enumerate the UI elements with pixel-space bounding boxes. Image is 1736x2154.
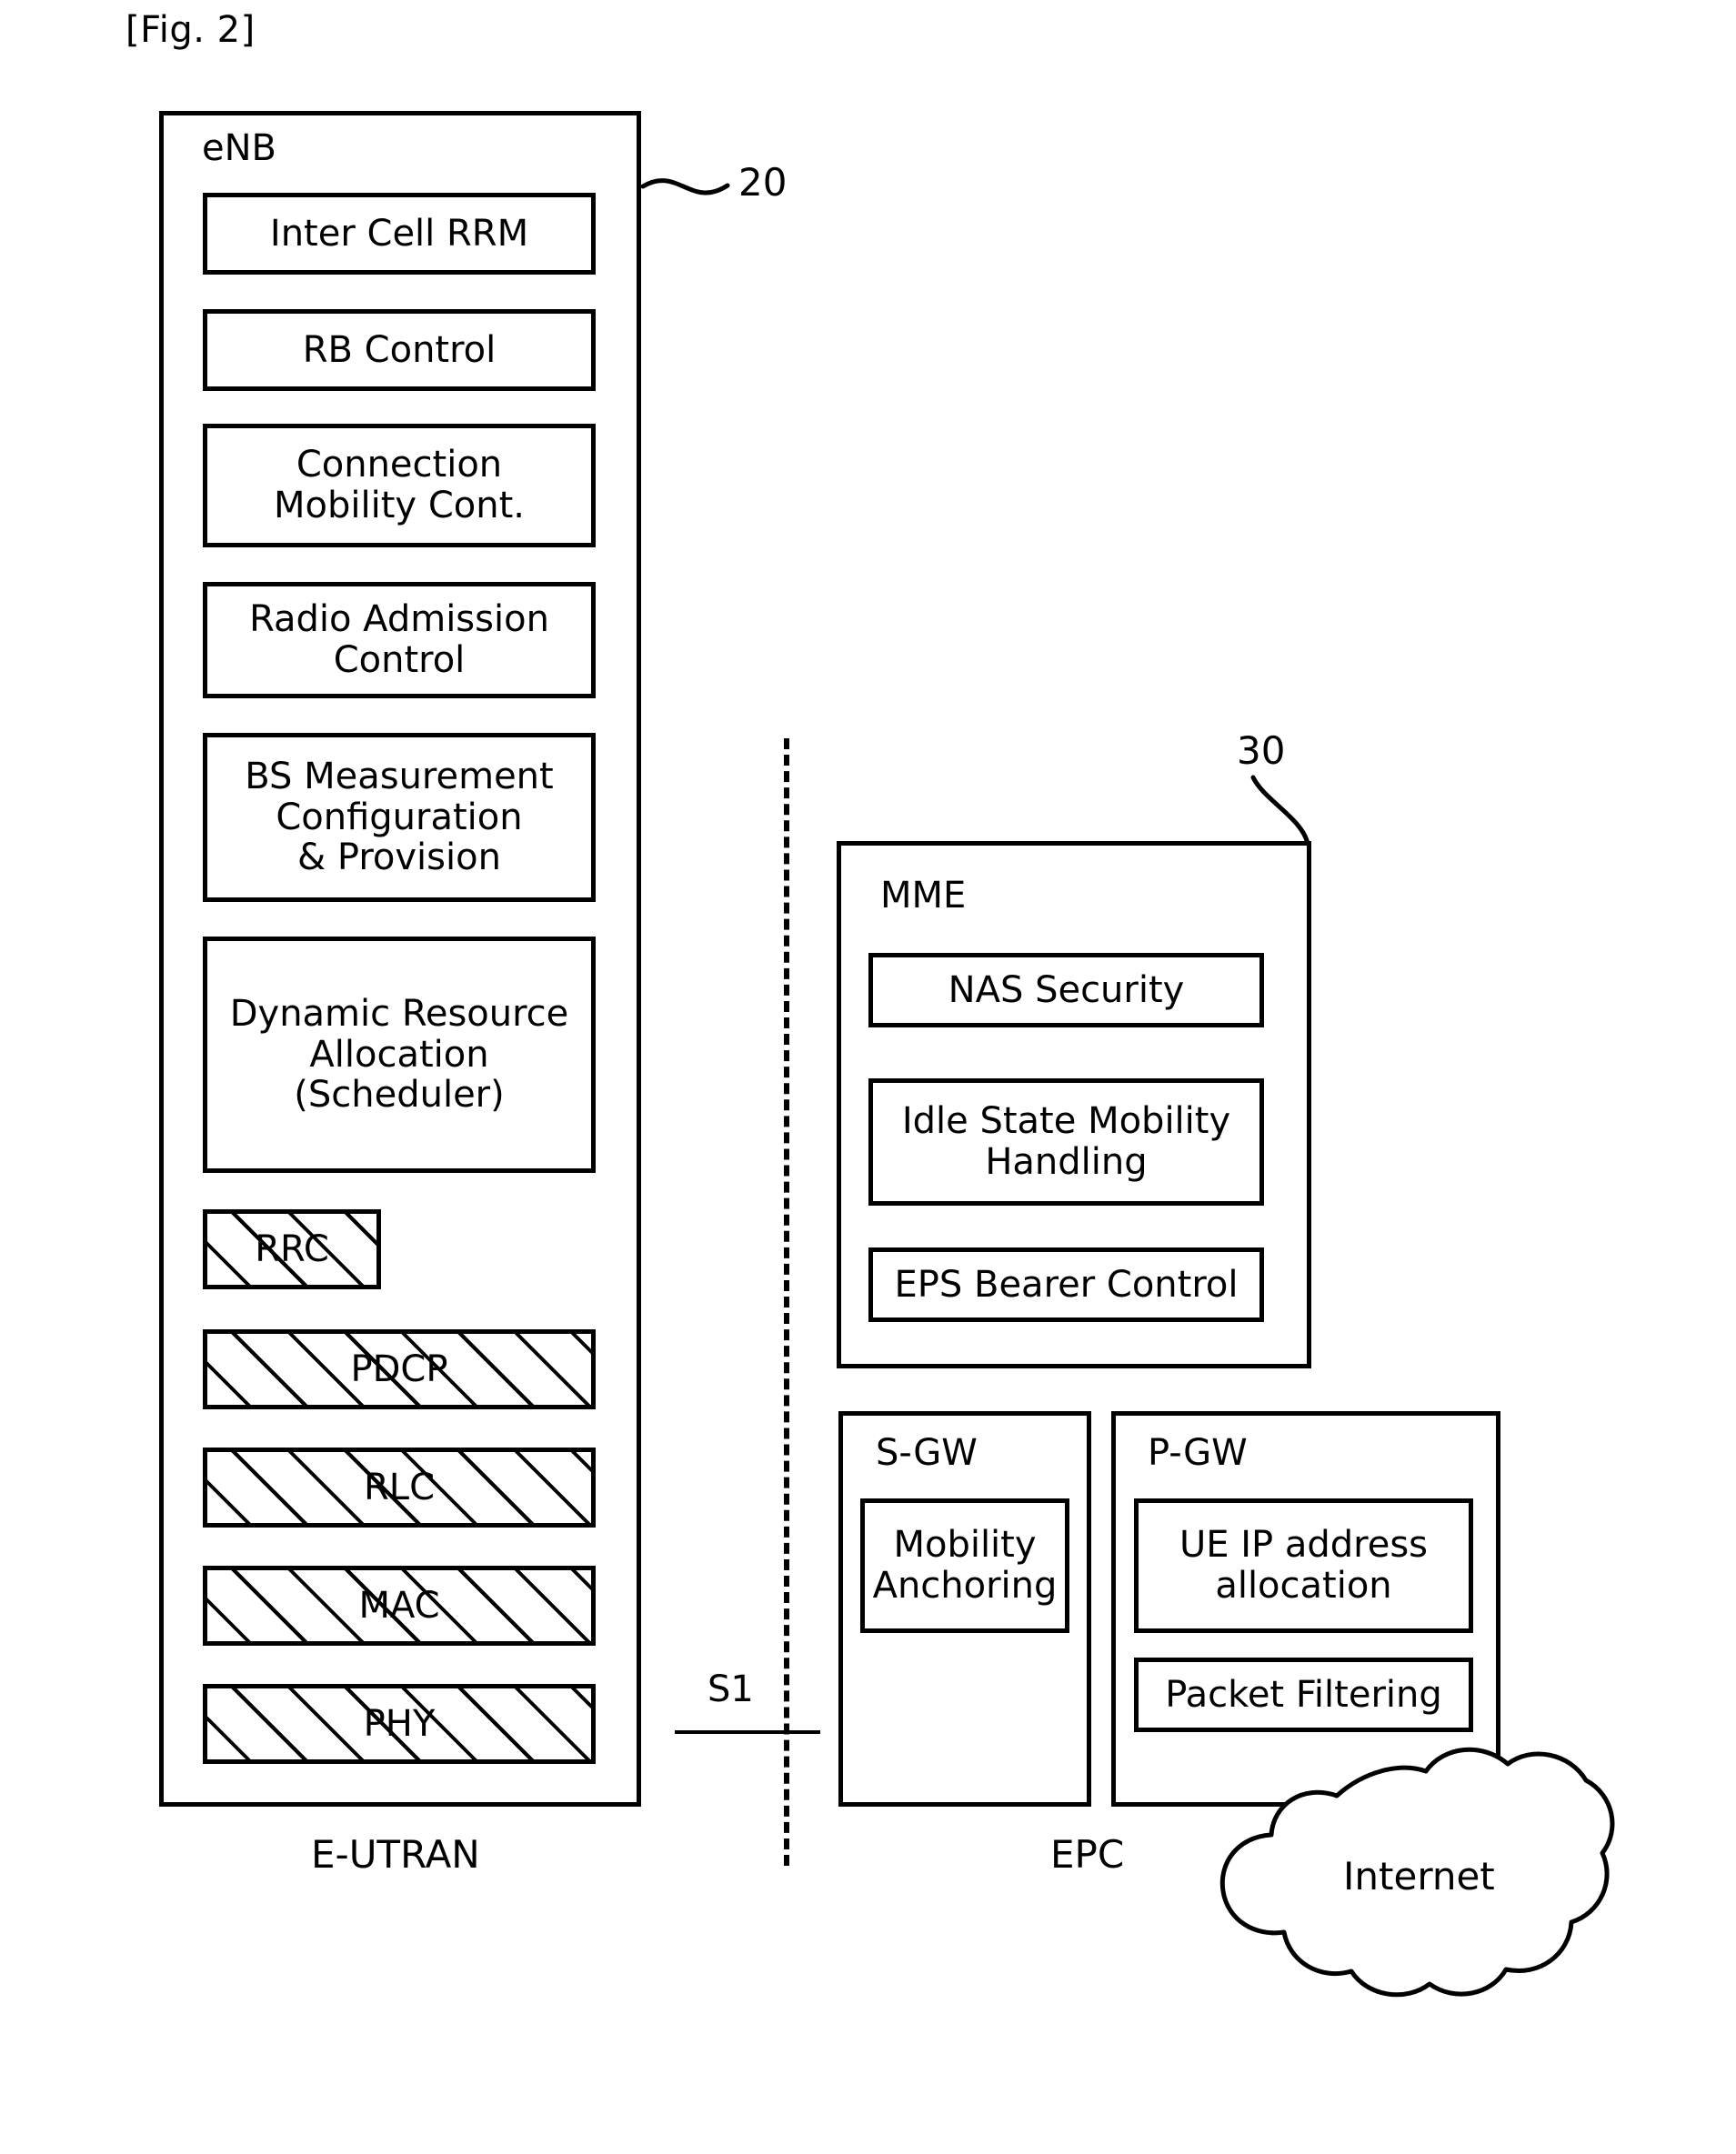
mme-function-label: NAS Security [948,968,1185,1011]
enb-protocol-rlc[interactable]: RLC [203,1448,596,1528]
eutran-zone-label: E-UTRAN [311,1832,480,1877]
sgw-function-mobility-anchoring[interactable]: Mobility Anchoring [860,1498,1069,1633]
enb-protocol-phy[interactable]: PHY [203,1684,596,1764]
enb-function-label: Connection Mobility Cont. [274,444,525,526]
leader-line-30 [1250,775,1310,847]
enb-protocol-rrc[interactable]: RRC [203,1209,381,1289]
enb-function-bs-measurement-configuration[interactable]: BS Measurement Configuration & Provision [203,733,596,902]
s1-interface-label: S1 [707,1668,754,1710]
eutran-epc-divider [784,738,789,1866]
enb-function-label: Dynamic Resource Allocation (Scheduler) [229,992,569,1117]
figure-canvas: [Fig. 2] eNB Inter Cell RRM RB Control C… [0,0,1736,2154]
enb-protocol-label: PDCP [350,1348,448,1390]
mme-function-label: EPS Bearer Control [894,1263,1239,1306]
enb-function-inter-cell-rrm[interactable]: Inter Cell RRM [203,193,596,275]
pgw-function-label: Packet Filtering [1165,1673,1442,1716]
mme-function-label: Idle State Mobility Handling [901,1100,1231,1183]
pgw-function-packet-filtering[interactable]: Packet Filtering [1134,1658,1473,1732]
enb-function-label: BS Measurement Configuration & Provision [245,755,554,879]
mme-function-idle-state-mobility-handling[interactable]: Idle State Mobility Handling [868,1078,1264,1206]
reference-numeral-30: 30 [1237,728,1286,773]
pgw-title: P-GW [1148,1432,1248,1474]
enb-protocol-label: RRC [255,1228,329,1270]
s1-interface-line [675,1730,820,1734]
mme-function-nas-security[interactable]: NAS Security [868,953,1264,1027]
enb-function-connection-mobility-cont[interactable]: Connection Mobility Cont. [203,424,596,547]
enb-protocol-label: RLC [363,1467,435,1508]
sgw-function-label: Mobility Anchoring [872,1524,1058,1607]
sgw-title: S-GW [876,1432,978,1474]
epc-zone-label: EPC [1050,1832,1125,1877]
leader-line-20 [640,178,730,195]
mme-title: MME [880,875,967,917]
pgw-function-ue-ip-address-allocation[interactable]: UE IP address allocation [1134,1498,1473,1633]
enb-protocol-mac[interactable]: MAC [203,1566,596,1646]
enb-title: eNB [202,127,276,169]
enb-function-dynamic-resource-allocation[interactable]: Dynamic Resource Allocation (Scheduler) [203,937,596,1173]
enb-protocol-label: PHY [363,1703,436,1745]
figure-caption: [Fig. 2] [125,9,256,51]
enb-function-rb-control[interactable]: RB Control [203,309,596,391]
enb-function-label: RB Control [302,328,497,371]
internet-label: Internet [1343,1854,1495,1899]
reference-numeral-20: 20 [738,160,788,205]
enb-protocol-pdcp[interactable]: PDCP [203,1329,596,1409]
enb-function-label: Radio Admission Control [249,598,549,681]
enb-function-radio-admission-control[interactable]: Radio Admission Control [203,582,596,698]
enb-function-label: Inter Cell RRM [269,212,529,255]
pgw-function-label: UE IP address allocation [1179,1524,1429,1607]
enb-protocol-label: MAC [358,1585,440,1627]
mme-function-eps-bearer-control[interactable]: EPS Bearer Control [868,1247,1264,1322]
